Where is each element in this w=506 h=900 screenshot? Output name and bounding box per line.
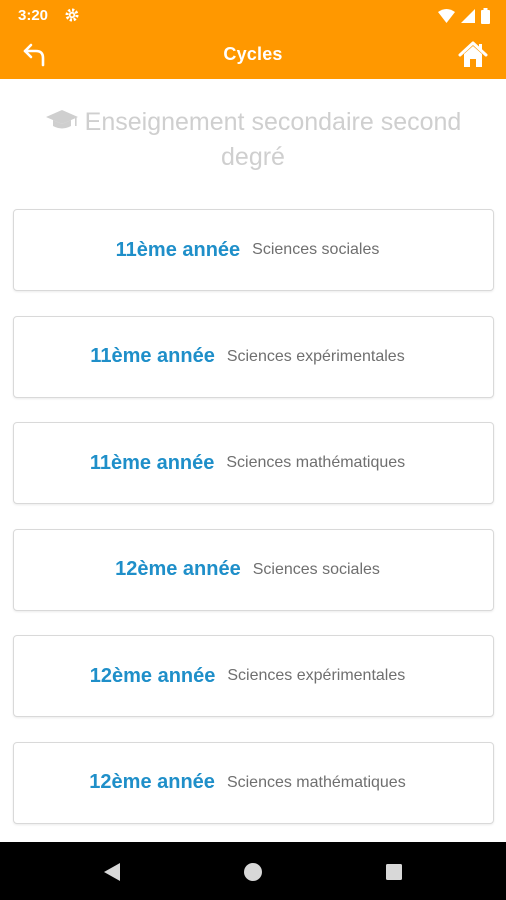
cycle-stream: Sciences sociales <box>252 241 380 258</box>
cycle-card-11-mathematiques[interactable]: 11ème année Sciences mathématiques <box>13 422 494 504</box>
home-icon[interactable] <box>458 41 488 69</box>
cycle-stream: Sciences expérimentales <box>227 667 406 684</box>
back-triangle-icon[interactable] <box>101 861 123 883</box>
cycle-stream: Sciences mathématiques <box>226 454 406 471</box>
cycle-card-11-experimentales[interactable]: 11ème année Sciences expérimentales <box>13 315 494 398</box>
app-bar: Cycles <box>0 32 506 79</box>
cycle-card-12-experimentales[interactable]: 12ème année Sciences expérimentales <box>13 635 494 717</box>
system-nav-bar <box>0 842 506 900</box>
signal-icon <box>461 9 475 28</box>
cycle-stream: Sciences sociales <box>252 560 380 578</box>
cycle-year: 12ème année <box>89 664 216 687</box>
cycle-list: 11ème année Sciences sociales 11ème anné… <box>13 209 494 848</box>
cycle-card-12-sociales[interactable]: 12ème année Sciences sociales <box>13 528 494 611</box>
cycle-year: 12ème année <box>115 558 241 580</box>
cycle-stream: Sciences mathématiques <box>226 773 406 791</box>
recents-square-icon[interactable] <box>383 861 405 883</box>
cycle-year: 12ème année <box>89 771 215 793</box>
status-bar: 3:20 <box>0 0 506 32</box>
home-circle-icon[interactable] <box>242 861 264 883</box>
cycle-year: 11ème année <box>89 451 215 474</box>
battery-icon <box>481 8 490 29</box>
wifi-icon <box>438 9 455 28</box>
cycle-year: 11ème année <box>90 345 215 367</box>
cycle-year: 11ème année <box>115 238 241 261</box>
page-title: Cycles <box>223 44 283 64</box>
status-time: 3:20 <box>18 7 49 24</box>
section-title: Enseignement secondaire second degré <box>84 108 462 171</box>
cycle-card-12-mathematiques[interactable]: 12ème année Sciences mathématiques <box>13 741 494 824</box>
cycle-stream: Sciences expérimentales <box>226 347 405 365</box>
graduation-cap-icon <box>45 108 79 141</box>
cycle-card-11-sociales[interactable]: 11ème année Sciences sociales <box>13 209 494 291</box>
section-heading: Enseignement secondaire second degré <box>20 106 486 174</box>
gear-icon <box>64 7 80 28</box>
